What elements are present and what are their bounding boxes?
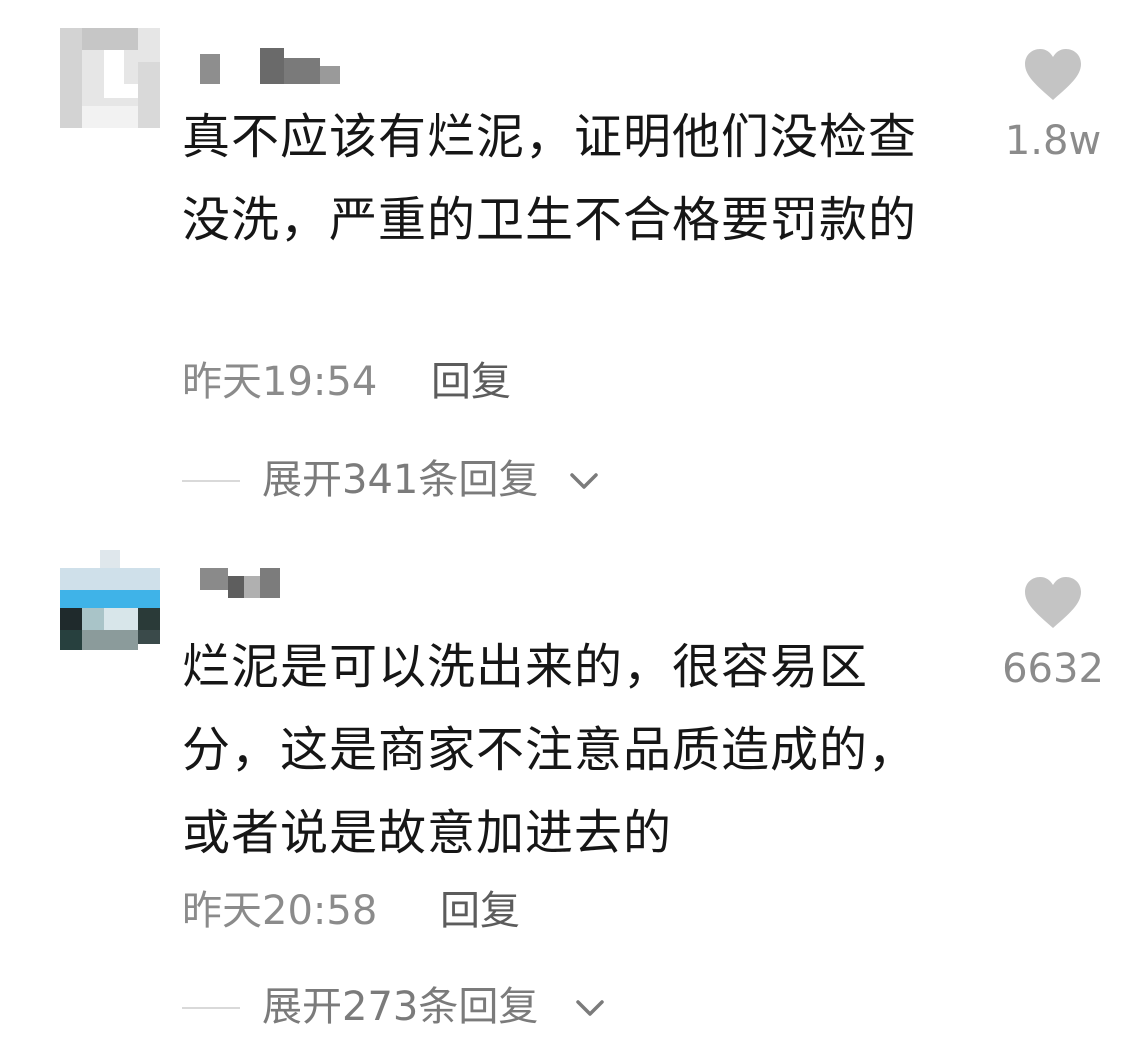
divider-line xyxy=(182,1007,240,1009)
chevron-down-icon xyxy=(576,1000,604,1016)
reply-button[interactable]: 回复 xyxy=(431,357,511,407)
comment-text: 烂泥是可以洗出来的，很容易区分，这是商家不注意品质造成的，或者说是故意加进去的 xyxy=(182,639,918,861)
comment-text: 真不应该有烂泥，证明他们没检查没洗，严重的卫生不合格要罚款的 xyxy=(182,109,918,248)
avatar[interactable] xyxy=(60,550,160,650)
expand-replies-label[interactable]: 展开341条回复 xyxy=(262,455,538,505)
username-redacted[interactable] xyxy=(200,48,350,88)
heart-icon xyxy=(1025,49,1081,100)
divider-line xyxy=(182,480,240,482)
comment-timestamp: 昨天20:58 xyxy=(182,888,378,934)
username-redacted[interactable] xyxy=(200,568,300,608)
comment-timestamp: 昨天19:54 xyxy=(182,359,378,405)
expand-replies[interactable]: 展开273条回复 xyxy=(182,982,612,1032)
like-count: 1.8w xyxy=(1004,118,1102,164)
like-button[interactable]: 1.8w xyxy=(988,48,1118,166)
like-count: 6632 xyxy=(1002,646,1104,692)
avatar[interactable] xyxy=(60,28,160,128)
comment-item: 真不应该有烂泥，证明他们没检查没洗，严重的卫生不合格要罚款的 昨天19:54 回… xyxy=(0,0,1125,530)
expand-replies-label[interactable]: 展开273条回复 xyxy=(262,982,538,1032)
comment-item: 烂泥是可以洗出来的，很容易区分，这是商家不注意品质造成的，或者说是故意加进去的 … xyxy=(0,530,1125,1054)
chevron-down-icon xyxy=(570,473,598,489)
heart-icon xyxy=(1025,577,1081,628)
reply-button[interactable]: 回复 xyxy=(440,886,520,936)
like-button[interactable]: 6632 xyxy=(988,576,1118,694)
expand-replies[interactable]: 展开341条回复 xyxy=(182,455,612,505)
